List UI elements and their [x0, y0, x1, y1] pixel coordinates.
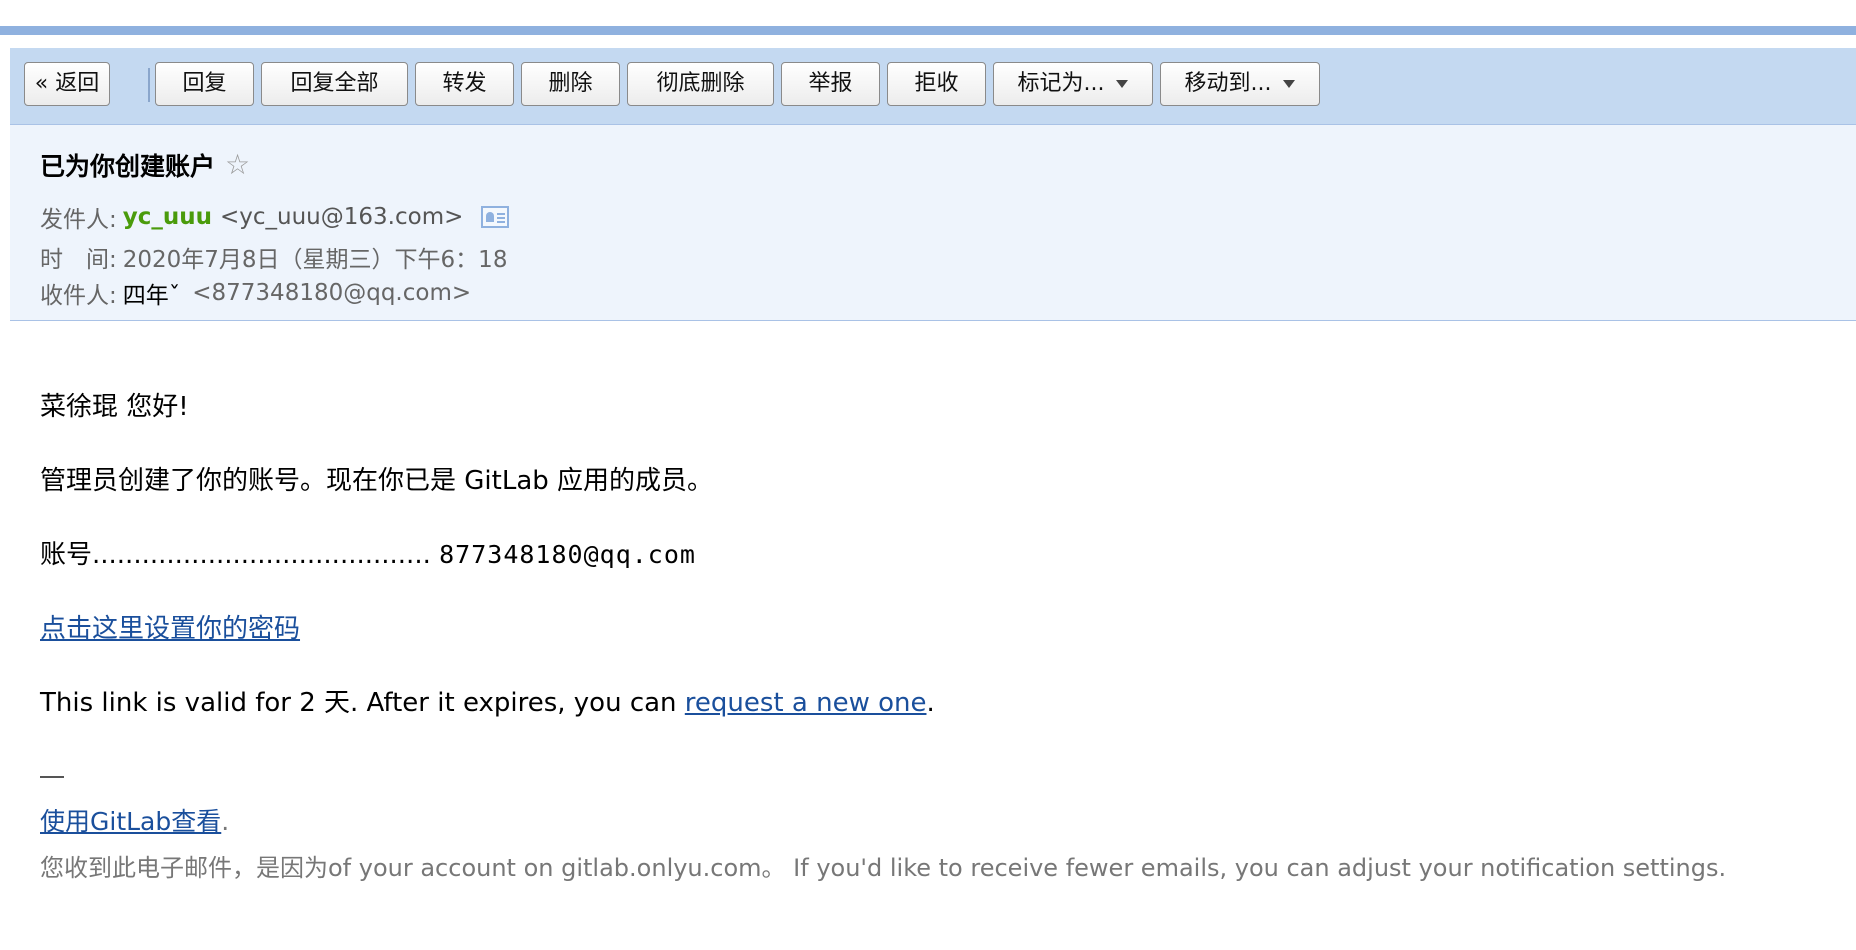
account-value: 877348180@qq.com — [439, 540, 696, 569]
mark-as-dropdown[interactable]: 标记为... — [993, 62, 1153, 106]
sender-row: 发件人: yc_uuu <yc_uuu@163.com> — [40, 200, 510, 234]
toolbar-separator — [148, 68, 150, 102]
top-strip — [0, 0, 1856, 26]
time-row: 时 间: 2020年7月8日（星期三）下午6：18 — [40, 240, 507, 274]
recipient-address: <877348180@qq.com> — [192, 280, 472, 306]
subject-row: 已为你创建账户 ☆ — [40, 148, 250, 182]
move-to-dropdown[interactable]: 移动到... — [1160, 62, 1320, 106]
recipient-label: 收件人: — [40, 283, 117, 309]
time-value: 2020年7月8日（星期三）下午6：18 — [122, 247, 508, 273]
move-to-label: 移动到... — [1184, 71, 1272, 96]
set-password-row: 点击这里设置你的密码 — [40, 608, 300, 645]
reject-button[interactable]: 拒收 — [887, 62, 986, 106]
report-button[interactable]: 举报 — [781, 62, 880, 106]
recipient-row: 收件人: 四年ˇ <877348180@qq.com> — [40, 276, 471, 310]
reply-all-button[interactable]: 回复全部 — [261, 62, 408, 106]
sender-label: 发件人: — [40, 207, 117, 233]
delete-permanently-button[interactable]: 彻底删除 — [627, 62, 774, 106]
mark-as-label: 标记为... — [1017, 71, 1105, 96]
account-label: 账号......................................… — [40, 540, 431, 570]
mail-toolbar: « 返回 回复 回复全部 转发 删除 彻底删除 举报 拒收 标记为... 移动到… — [10, 48, 1856, 125]
forward-button[interactable]: 转发 — [415, 62, 514, 106]
sender-address: <yc_uuu@163.com> — [220, 204, 464, 230]
validity-row: This link is valid for 2 天. After it exp… — [40, 682, 935, 719]
validity-text: This link is valid for 2 天. After it exp… — [40, 688, 685, 718]
time-label: 时 间: — [40, 247, 117, 273]
request-new-link[interactable]: request a new one — [685, 688, 927, 718]
greeting: 菜徐琨 您好! — [40, 392, 189, 422]
validity-suffix: . — [926, 688, 935, 718]
view-suffix: . — [221, 807, 230, 836]
top-accent-bar — [0, 26, 1856, 35]
back-button[interactable]: « 返回 — [24, 62, 110, 106]
delete-button[interactable]: 删除 — [521, 62, 620, 106]
intro-text: 管理员创建了你的账号。现在你已是 GitLab 应用的成员。 — [40, 466, 714, 496]
view-in-gitlab-link[interactable]: 使用GitLab查看 — [40, 807, 221, 836]
recipient-name: 四年ˇ — [122, 283, 181, 309]
account-row: 账号......................................… — [40, 534, 696, 571]
footer-notice: 您收到此电子邮件，是因为of your account on gitlab.on… — [40, 854, 1727, 882]
email-subject: 已为你创建账户 — [40, 152, 216, 181]
reply-button[interactable]: 回复 — [155, 62, 254, 106]
chevron-down-icon — [1116, 80, 1129, 88]
signature-divider — [40, 776, 64, 778]
sender-name[interactable]: yc_uuu — [123, 204, 212, 230]
star-icon[interactable]: ☆ — [225, 151, 250, 179]
contact-card-icon[interactable] — [481, 206, 510, 228]
chevron-down-icon — [1283, 80, 1296, 88]
view-row: 使用GitLab查看. — [40, 802, 229, 838]
set-password-link[interactable]: 点击这里设置你的密码 — [40, 614, 300, 644]
